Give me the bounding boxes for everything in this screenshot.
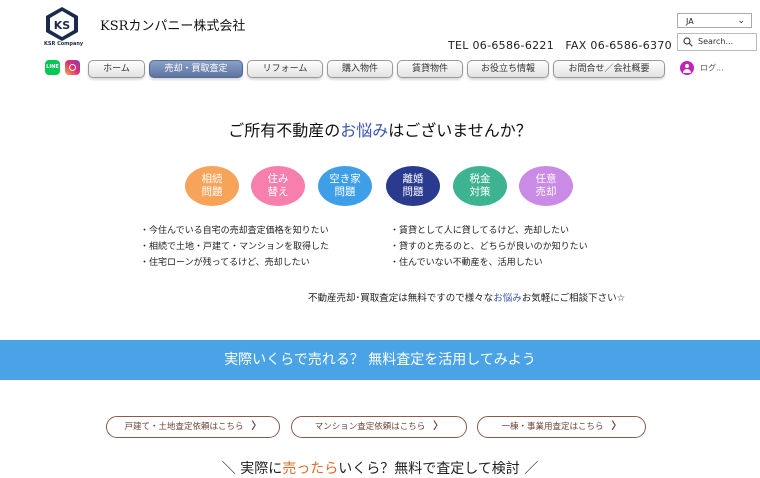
main-nav: ホーム 売却・買取査定 リフォーム 購入物件 賃貸物件 お役立ち情報 お問合せ／… <box>88 60 665 78</box>
nav-home[interactable]: ホーム <box>88 60 145 78</box>
language-select[interactable]: JA ⌄ <box>677 13 752 28</box>
company-logo[interactable]: KS <box>44 6 80 42</box>
section-title: ＼ 実際に売ったらいくら？無料で査定して検討 ／ <box>0 458 760 478</box>
note-highlight: お悩み <box>493 293 522 304</box>
category-voluntary-sale[interactable]: 任意 売却 <box>519 166 573 206</box>
logo-text: KSR Company <box>44 41 84 47</box>
category-relocation[interactable]: 住み 替え <box>251 166 305 206</box>
category-label: 問題 <box>201 186 223 198</box>
category-label: 問題 <box>402 186 424 198</box>
list-item: 住宅ローンが残ってるけど、売却したい <box>140 255 329 271</box>
category-label: 対策 <box>469 186 491 198</box>
nav-purchase[interactable]: 購入物件 <box>327 60 393 78</box>
category-label: 売却 <box>535 186 557 198</box>
list-item: 今住んでいる自宅の売却査定価格を知りたい <box>140 223 329 239</box>
nav-rental[interactable]: 賃貸物件 <box>397 60 463 78</box>
category-label: 税金 <box>469 173 491 185</box>
note-part: 不動産売却･買取査定は無料ですので様々な <box>308 293 494 304</box>
category-vacant-house[interactable]: 空き家 問題 <box>318 166 372 206</box>
chevron-right-icon: 〉 <box>433 421 444 432</box>
category-label: 空き家 <box>329 173 361 185</box>
login-label: ログ... <box>700 63 724 73</box>
login-link[interactable]: ログ... <box>680 61 724 75</box>
search-placeholder: Search... <box>698 37 734 46</box>
nav-useful-info[interactable]: お役立ち情報 <box>467 60 549 78</box>
category-label: 離婚 <box>402 173 424 185</box>
language-value: JA <box>686 17 694 26</box>
chevron-down-icon: ⌄ <box>737 16 745 26</box>
phone-fax: TEL 06-6586-6221 FAX 06-6586-6370 <box>448 39 672 52</box>
building-business-appraisal-button[interactable]: 一棟・事業用査定はこちら〉 <box>477 416 646 438</box>
category-label: 替え <box>267 186 289 198</box>
concerns-right-list: 賃貸として人に貸してるけど、売却したい 貸すのと売るのと、どちらが良いのか知りた… <box>390 223 588 271</box>
note-part: お気軽にご相談下さい☆ <box>521 293 626 304</box>
button-label: 一棟・事業用査定はこちら <box>501 422 604 432</box>
concerns-left-list: 今住んでいる自宅の売却査定価格を知りたい 相続で土地・戸建て・マンションを取得し… <box>140 223 329 271</box>
category-label: 相続 <box>201 173 223 185</box>
headline-part: はございませんか？ <box>388 121 532 140</box>
chevron-right-icon: 〉 <box>251 421 262 432</box>
consultation-note: 不動産売却･買取査定は無料ですので様々なお悩みお気軽にご相談下さい☆ <box>308 290 625 304</box>
button-label: マンション査定依頼はこちら <box>314 422 426 432</box>
list-item: 相続で土地・戸建て・マンションを取得した <box>140 239 329 255</box>
category-tax[interactable]: 税金 対策 <box>453 166 507 206</box>
list-item: 住んでいない不動産を、活用したい <box>390 255 588 271</box>
headline-highlight: お悩み <box>340 121 389 140</box>
headline-part: ご所有不動産の <box>228 121 341 140</box>
category-label: 住み <box>267 173 289 185</box>
free-appraisal-banner: 実際いくらで売れる？ 無料査定を活用してみよう <box>0 340 760 380</box>
nav-reform[interactable]: リフォーム <box>247 60 323 78</box>
avatar-icon <box>680 61 694 75</box>
category-label: 問題 <box>334 186 356 198</box>
category-label: 任意 <box>535 173 557 185</box>
search-icon <box>683 37 693 47</box>
chevron-right-icon: 〉 <box>611 421 622 432</box>
mansion-appraisal-button[interactable]: マンション査定依頼はこちら〉 <box>291 416 467 438</box>
nav-contact-company[interactable]: お問合せ／会社概要 <box>553 60 665 78</box>
nav-sell-appraisal[interactable]: 売却・買取査定 <box>149 60 243 78</box>
search-input[interactable]: Search... <box>677 33 757 51</box>
svg-text:KS: KS <box>54 19 71 32</box>
list-item: 貸すのと売るのと、どちらが良いのか知りたい <box>390 239 588 255</box>
line-icon[interactable]: LINE <box>45 60 60 75</box>
instagram-icon[interactable] <box>65 60 80 75</box>
company-name[interactable]: KSRカンパニー株式会社 <box>100 15 245 34</box>
category-divorce[interactable]: 離婚 問題 <box>386 166 440 206</box>
button-label: 戸建て・土地査定依頼はこちら <box>124 422 244 432</box>
category-inheritance[interactable]: 相続 問題 <box>185 166 239 206</box>
page-headline: ご所有不動産のお悩みはございませんか？ <box>0 117 760 141</box>
house-land-appraisal-button[interactable]: 戸建て・土地査定依頼はこちら〉 <box>106 416 280 438</box>
list-item: 賃貸として人に貸してるけど、売却したい <box>390 223 588 239</box>
